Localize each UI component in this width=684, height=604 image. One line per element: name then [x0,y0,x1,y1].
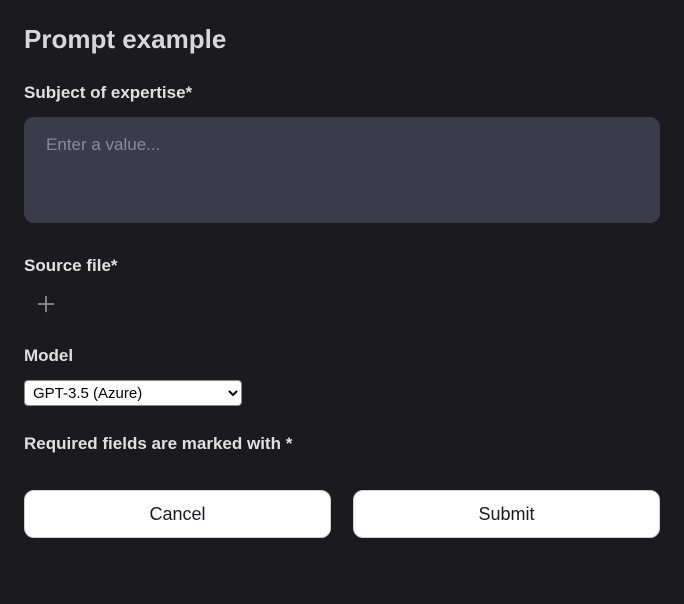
subject-input[interactable] [24,117,660,223]
add-file-button[interactable] [32,290,60,318]
required-hint: Required fields are marked with * [24,434,660,454]
model-select[interactable]: GPT-3.5 (Azure) [24,380,242,406]
button-row: Cancel Submit [24,490,660,538]
model-label: Model [24,346,660,366]
source-file-label: Source file* [24,256,660,276]
subject-label: Subject of expertise* [24,83,660,103]
page-title: Prompt example [24,24,660,55]
model-field: Model GPT-3.5 (Azure) [24,346,660,406]
subject-field: Subject of expertise* [24,83,660,228]
submit-button[interactable]: Submit [353,490,660,538]
plus-icon [35,293,57,315]
cancel-button[interactable]: Cancel [24,490,331,538]
source-file-field: Source file* [24,256,660,318]
